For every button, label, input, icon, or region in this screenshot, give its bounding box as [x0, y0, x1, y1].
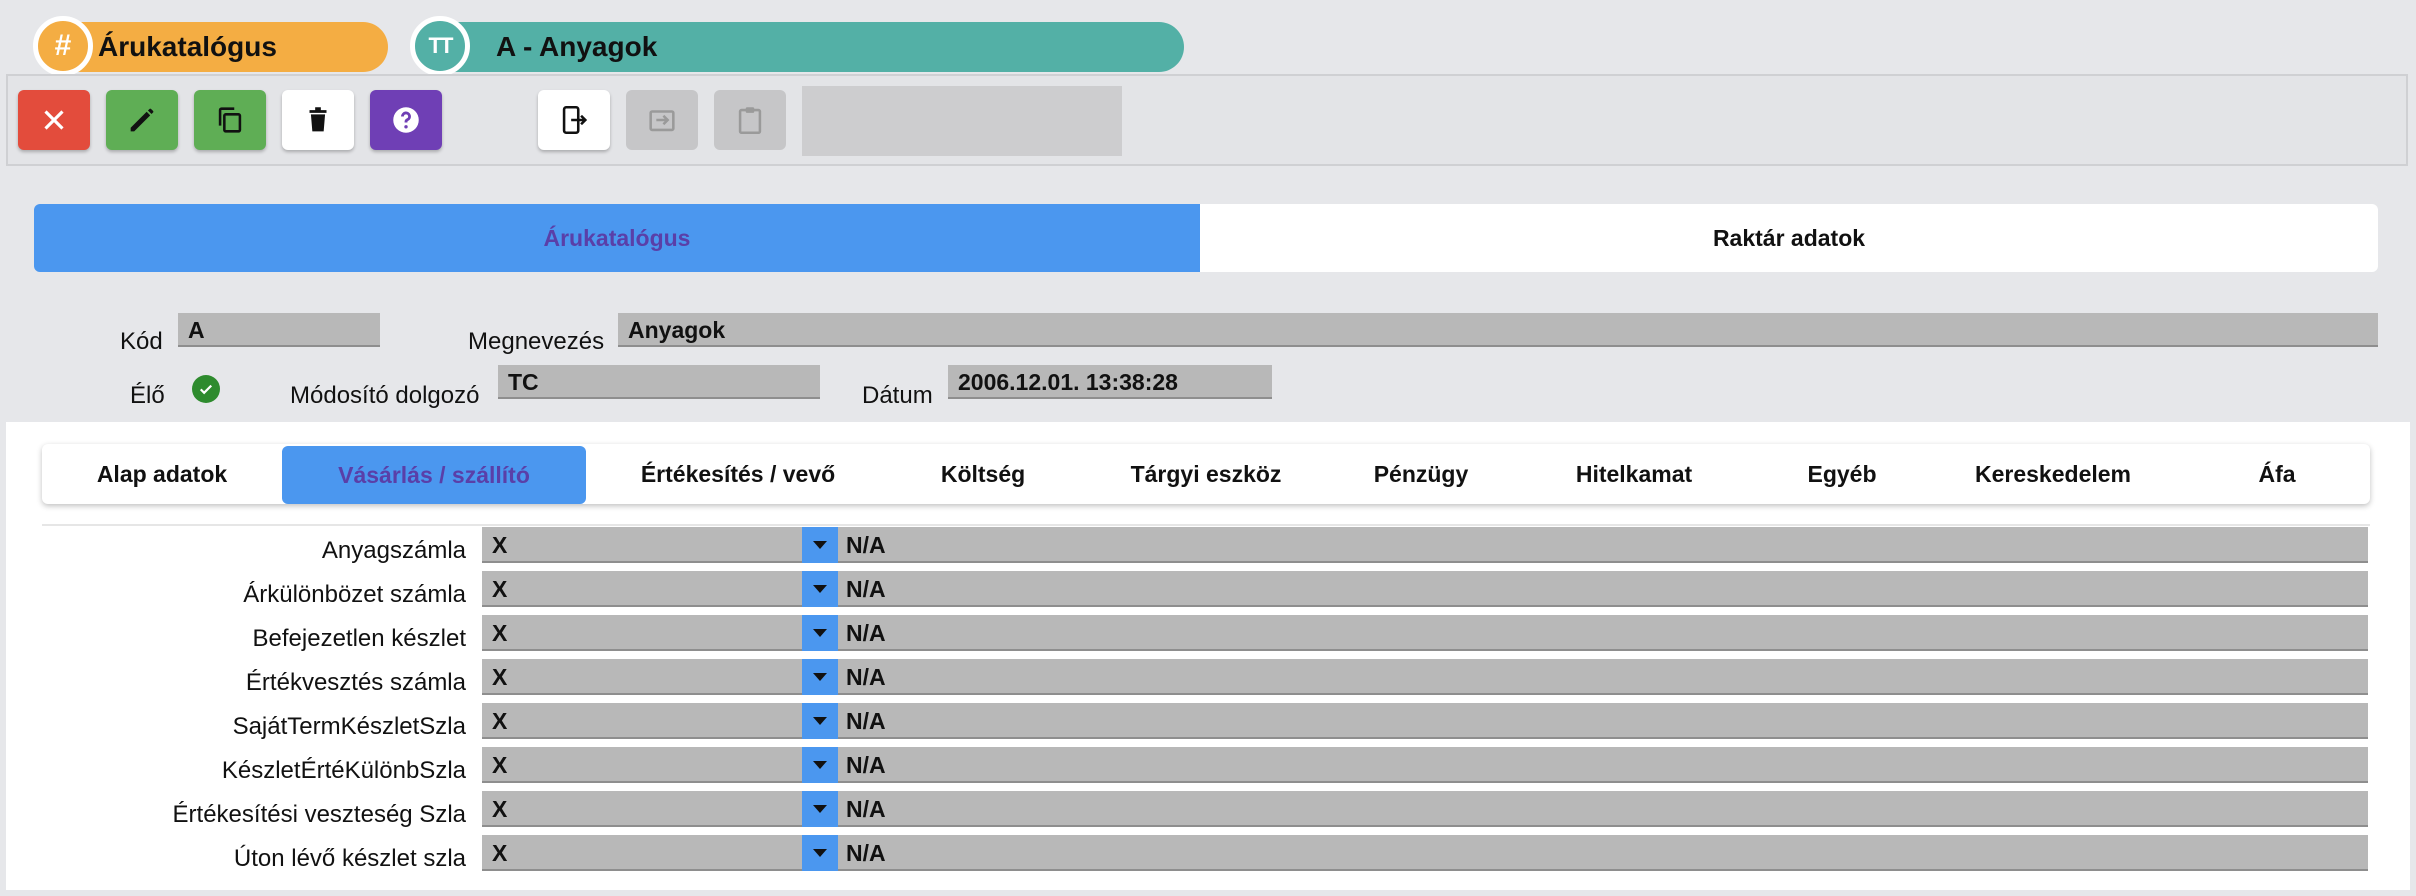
export-button[interactable] — [538, 90, 610, 150]
tab-catalog-label: Árukatalógus — [543, 224, 691, 251]
chevron-down-icon[interactable] — [802, 659, 838, 695]
subtab-label: Tárgyi eszköz — [1130, 460, 1282, 487]
account-value: X — [492, 620, 508, 646]
toolbar-placeholder — [802, 86, 1122, 156]
subtab-label: Alap adatok — [96, 460, 228, 487]
account-field[interactable]: X N/A — [482, 659, 2368, 695]
help-icon — [393, 107, 419, 133]
code-field[interactable]: A — [178, 313, 380, 347]
account-value: X — [492, 752, 508, 778]
chevron-down-icon[interactable] — [802, 747, 838, 783]
text-type-icon: TT — [410, 16, 470, 76]
account-value: X — [492, 708, 508, 734]
subtab-trade[interactable]: Kereskedelem — [1922, 444, 2184, 504]
account-description: N/A — [846, 708, 886, 734]
account-description: N/A — [846, 620, 886, 646]
subtab-finance[interactable]: Pénzügy — [1336, 444, 1506, 504]
subtab-label: Áfa — [2258, 460, 2296, 487]
chevron-down-icon[interactable] — [802, 835, 838, 871]
row-label: Befejezetlen készlet — [252, 625, 466, 652]
tab-warehouse[interactable]: Raktár adatok — [1200, 204, 2378, 272]
divider — [42, 524, 2370, 526]
account-field[interactable]: X N/A — [482, 615, 2368, 651]
row-label: Anyagszámla — [321, 537, 466, 564]
chevron-down-icon[interactable] — [802, 791, 838, 827]
hash-icon: # — [33, 16, 93, 76]
account-value: X — [492, 664, 508, 690]
subtab-other[interactable]: Egyéb — [1762, 444, 1922, 504]
account-value: X — [492, 532, 508, 558]
name-field[interactable]: Anyagok — [618, 313, 2378, 347]
clipboard-icon — [738, 107, 762, 135]
account-field[interactable]: X N/A — [482, 703, 2368, 739]
help-button[interactable] — [370, 90, 442, 150]
row-label: KészletÉrtéKülönbSzla — [221, 757, 466, 784]
date-field[interactable]: 2006.12.01. 13:38:28 — [948, 365, 1272, 399]
row-label: SajátTermKészletSzla — [232, 713, 466, 740]
account-field[interactable]: X N/A — [482, 571, 2368, 607]
date-label: Dátum — [862, 382, 933, 409]
toolbar — [6, 74, 2408, 166]
edit-button[interactable] — [106, 90, 178, 150]
record-title-pill: A - Anyagok — [412, 22, 1184, 72]
subtab-label: Értékesítés / vevő — [640, 460, 836, 487]
name-label: Megnevezés — [468, 328, 605, 355]
tab-catalog[interactable]: Árukatalógus — [34, 204, 1200, 272]
import-icon — [649, 110, 675, 132]
subtab-cost[interactable]: Költség — [890, 444, 1076, 504]
check-circle-icon — [192, 375, 220, 403]
subtab-vat[interactable]: Áfa — [2184, 444, 2370, 504]
subtab-label: Költség — [940, 460, 1026, 487]
subtab-fixed-asset[interactable]: Tárgyi eszköz — [1076, 444, 1336, 504]
subtab-label: Egyéb — [1807, 460, 1877, 487]
subtab-purchase[interactable]: Vásárlás / szállító — [282, 446, 586, 504]
code-label: Kód — [120, 328, 163, 355]
subtab-label: Hitelkamat — [1575, 460, 1693, 487]
subtab-interest[interactable]: Hitelkamat — [1506, 444, 1762, 504]
account-description: N/A — [846, 796, 886, 822]
delete-button[interactable] — [282, 90, 354, 150]
account-value: X — [492, 576, 508, 602]
export-phone-icon — [562, 105, 588, 135]
row-label: Úton lévő készlet szla — [233, 845, 466, 872]
copy-button[interactable] — [194, 90, 266, 150]
account-field[interactable]: X N/A — [482, 835, 2368, 871]
tab-warehouse-label: Raktár adatok — [1712, 224, 1866, 251]
chevron-down-icon[interactable] — [802, 615, 838, 651]
subtab-basic[interactable]: Alap adatok — [42, 444, 282, 504]
account-field[interactable]: X N/A — [482, 791, 2368, 827]
pencil-icon — [130, 108, 154, 132]
close-button[interactable] — [18, 90, 90, 150]
trash-icon — [309, 107, 327, 132]
account-value: X — [492, 840, 508, 866]
account-description: N/A — [846, 752, 886, 778]
modifier-field[interactable]: TC — [498, 365, 820, 399]
row-label: Értékesítési veszteség Szla — [172, 801, 466, 828]
account-description: N/A — [846, 840, 886, 866]
paste-button[interactable] — [714, 90, 786, 150]
modifier-label: Módosító dolgozó — [290, 382, 480, 409]
record-title: A - Anyagok — [496, 31, 658, 62]
account-description: N/A — [846, 576, 886, 602]
chevron-down-icon[interactable] — [802, 571, 838, 607]
chevron-down-icon[interactable] — [802, 527, 838, 563]
account-description: N/A — [846, 532, 886, 558]
row-label: Értékvesztés számla — [245, 669, 466, 696]
subtab-sales[interactable]: Értékesítés / vevő — [586, 444, 890, 504]
account-field[interactable]: X N/A — [482, 747, 2368, 783]
close-icon — [44, 110, 64, 130]
live-label: Élő — [130, 382, 165, 409]
import-button[interactable] — [626, 90, 698, 150]
catalog-title: Árukatalógus — [98, 31, 277, 62]
row-label: Árkülönbözet számla — [243, 581, 466, 608]
chevron-down-icon[interactable] — [802, 703, 838, 739]
copy-icon — [218, 107, 242, 133]
account-value: X — [492, 796, 508, 822]
subtab-label: Pénzügy — [1373, 460, 1469, 487]
account-description: N/A — [846, 664, 886, 690]
sub-tab-bar: Alap adatok Vásárlás / szállító Értékesí… — [42, 444, 2370, 504]
subtab-label: Kereskedelem — [1975, 460, 2131, 487]
account-field[interactable]: X N/A — [482, 527, 2368, 563]
subtab-label: Vásárlás / szállító — [338, 461, 530, 488]
